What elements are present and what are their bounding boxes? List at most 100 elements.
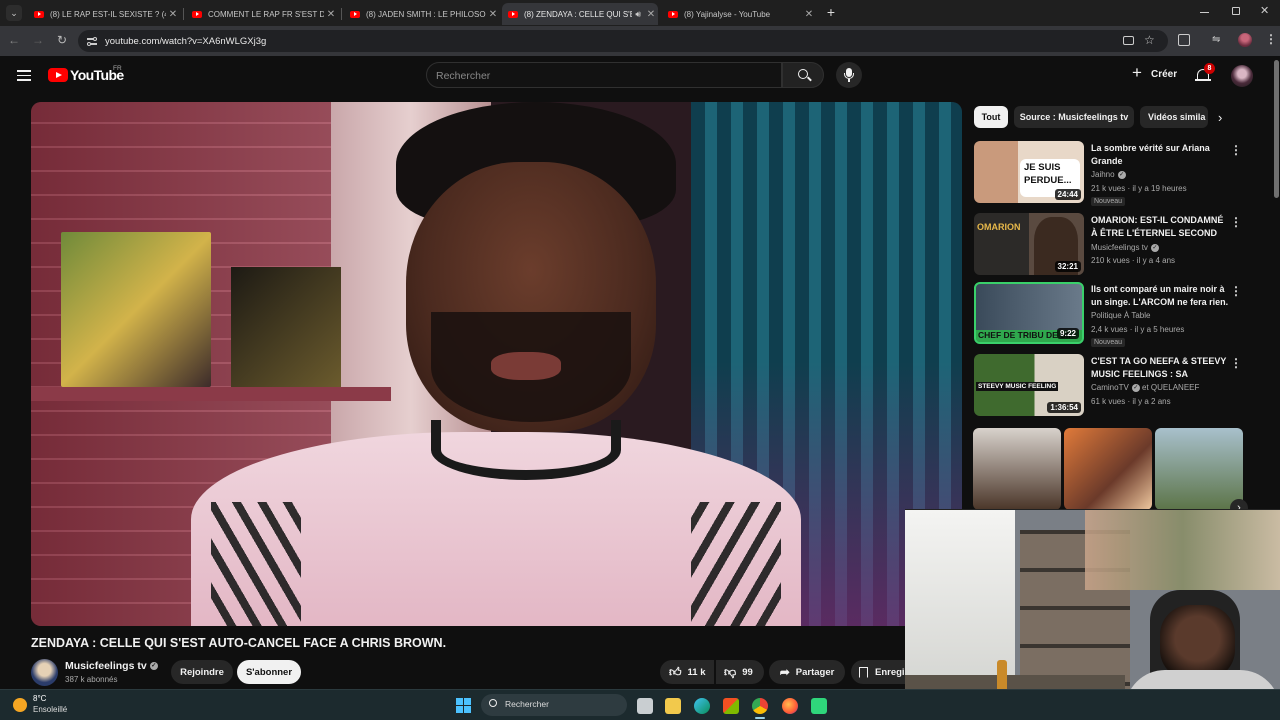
video-title: ZENDAYA : CELLE QUI S'EST AUTO-CANCEL FA…: [31, 636, 447, 650]
browser-tab[interactable]: (8) LE RAP EST-IL SEXISTE ? (4 F ✕: [28, 3, 180, 25]
back-arrow-icon[interactable]: ←: [6, 33, 22, 47]
forward-arrow-icon[interactable]: →: [30, 33, 46, 47]
firefox-browser-icon[interactable]: [782, 698, 798, 714]
shorts-thumbnail[interactable]: [1064, 428, 1152, 510]
extensions-icon[interactable]: [1178, 34, 1190, 46]
extension-puzzle-icon[interactable]: ⇋: [1212, 34, 1226, 46]
create-button[interactable]: + Créer: [1128, 63, 1180, 85]
webcam-person: [1160, 605, 1235, 680]
new-badge: Nouveau: [1091, 338, 1126, 347]
voice-search-button[interactable]: [836, 62, 862, 88]
tab-close-icon[interactable]: ✕: [802, 9, 816, 20]
recommendation-title[interactable]: OMARION: EST-IL CONDAMNÉ À ÊTRE L'ÉTERNE…: [1091, 214, 1231, 240]
chrome-browser-icon[interactable]: [752, 698, 768, 714]
recommendation-channel[interactable]: Politique À Table: [1091, 311, 1150, 320]
tab-title: (8) JADEN SMITH : LE PHILOSO: [366, 9, 486, 19]
windows-start-icon[interactable]: [456, 698, 471, 713]
browser-tab[interactable]: COMMENT LE RAP FR S'EST DÉ ✕: [186, 3, 338, 25]
recommendation-channel[interactable]: Musicfeelings tv ✓: [1091, 243, 1159, 252]
recommendation-item[interactable]: STEEVY MUSIC FEELING 1:36:54 C'EST TA GO…: [974, 354, 1264, 420]
page-scrollbar-thumb[interactable]: [1274, 60, 1279, 198]
bookmark-star-icon[interactable]: ☆: [1144, 33, 1155, 47]
account-avatar[interactable]: [1231, 65, 1253, 87]
recommendation-item[interactable]: CHEF DE TRIBU DE SII 9:22 Ils ont compar…: [974, 282, 1264, 348]
recommendation-item[interactable]: OMARION 32:21 OMARION: EST-IL CONDAMNÉ À…: [974, 213, 1264, 279]
tab-close-icon[interactable]: ✕: [324, 9, 338, 20]
like-button[interactable]: 👍︎ 11 k: [660, 660, 714, 684]
video-thumbnail[interactable]: CHEF DE TRIBU DE SII 9:22: [974, 282, 1084, 344]
edge-browser-icon[interactable]: [694, 698, 710, 714]
chip-similar[interactable]: Vidéos simila: [1140, 106, 1208, 128]
address-bar[interactable]: youtube.com/watch?v=XA6nWLGXj3g ☆: [78, 30, 1168, 52]
tab-divider: [341, 8, 342, 20]
browser-tab[interactable]: (8) JADEN SMITH : LE PHILOSO ✕: [344, 3, 500, 25]
profile-avatar-icon[interactable]: [1238, 33, 1252, 47]
windows-taskbar: 8°C Ensoleillé Rechercher: [0, 689, 1280, 720]
install-app-icon[interactable]: [1123, 36, 1134, 45]
app-icon[interactable]: [811, 698, 827, 714]
chip-source[interactable]: Source : Musicfeelings tv: [1014, 106, 1134, 128]
channel-avatar[interactable]: [31, 659, 58, 686]
thumbnail-caption: OMARION: [977, 222, 1021, 232]
more-actions-icon[interactable]: ⋮: [1230, 215, 1242, 229]
channel-name[interactable]: Musicfeelings tv ✓: [65, 660, 158, 672]
subscribe-button[interactable]: S'abonner: [237, 660, 301, 684]
search-input[interactable]: Rechercher: [426, 62, 782, 88]
recommendation-channel[interactable]: Jaihno ✓: [1091, 170, 1126, 179]
more-actions-icon[interactable]: ⋮: [1230, 356, 1242, 370]
taskbar-search-box[interactable]: Rechercher: [481, 694, 627, 716]
recommendation-title[interactable]: C'EST TA GO NEEFA & STEEVY MUSIC FEELING…: [1091, 355, 1231, 381]
weather-description: Ensoleillé: [33, 705, 68, 714]
chips-next-chevron-icon[interactable]: ›: [1218, 110, 1222, 125]
tab-close-icon[interactable]: ✕: [644, 9, 658, 20]
recommendation-meta: 21 k vues · il y a 19 heures: [1091, 184, 1187, 193]
video-thumbnail[interactable]: STEEVY MUSIC FEELING 1:36:54: [974, 354, 1084, 416]
browser-tab-active[interactable]: (8) ZENDAYA : CELLE QUI S'E 🔊︎ ✕: [502, 3, 658, 25]
browser-tab[interactable]: (8) Yajinalyse - YouTube ✕: [662, 3, 816, 25]
youtube-favicon-icon: [508, 10, 518, 18]
close-window-icon[interactable]: ✕: [1260, 4, 1269, 17]
tab-audio-icon[interactable]: 🔊︎: [632, 9, 644, 20]
join-button[interactable]: Rejoindre: [171, 660, 233, 684]
dislike-button[interactable]: 👎︎ 99: [716, 660, 764, 684]
channel-name-text: Musicfeelings tv: [65, 660, 147, 672]
video-player[interactable]: [31, 102, 962, 626]
tab-close-icon[interactable]: ✕: [486, 9, 500, 20]
hamburger-menu-icon[interactable]: [17, 70, 31, 81]
notifications-button[interactable]: 8: [1194, 63, 1215, 85]
weather-temperature[interactable]: 8°C: [33, 694, 46, 703]
taskbar-search-placeholder: Rechercher: [505, 699, 549, 709]
shorts-thumbnail[interactable]: [973, 428, 1061, 510]
recommendation-channel[interactable]: CaminoTV ✓ et QUELANEEF: [1091, 383, 1199, 392]
video-thumbnail[interactable]: OMARION 32:21: [974, 213, 1084, 275]
task-view-icon[interactable]: [637, 698, 653, 714]
recommendation-meta: 210 k vues · il y a 4 ans: [1091, 256, 1176, 265]
tab-close-icon[interactable]: ✕: [166, 9, 180, 20]
reload-icon[interactable]: ↻: [54, 33, 70, 47]
restore-window-icon[interactable]: [1232, 7, 1240, 15]
recommendation-item[interactable]: JE SUIS PERDUE... 24:44 La sombre vérité…: [974, 141, 1264, 207]
video-thumbnail[interactable]: JE SUIS PERDUE... 24:44: [974, 141, 1084, 203]
browser-menu-icon[interactable]: ⋮: [1265, 32, 1277, 46]
share-button[interactable]: ➦ Partager: [769, 660, 845, 684]
channel-name: CaminoTV: [1091, 383, 1129, 392]
tab-search-icon[interactable]: ⌄: [6, 5, 22, 21]
thumbnail-caption: STEEVY MUSIC FEELING: [976, 382, 1059, 391]
microsoft-store-icon[interactable]: [723, 698, 739, 714]
more-actions-icon[interactable]: ⋮: [1230, 143, 1242, 157]
channel-collaborator: et QUELANEEF: [1142, 383, 1200, 392]
minimize-window-icon[interactable]: [1200, 12, 1209, 13]
search-button[interactable]: [782, 62, 824, 88]
recommendation-title[interactable]: Ils ont comparé un maire noir à un singe…: [1091, 283, 1231, 309]
recommendation-title[interactable]: La sombre vérité sur Ariana Grande: [1091, 142, 1231, 168]
new-tab-button[interactable]: +: [823, 4, 839, 20]
shorts-thumbnail[interactable]: [1155, 428, 1243, 510]
thumbs-down-icon: 👎︎: [724, 664, 737, 679]
more-actions-icon[interactable]: ⋮: [1230, 284, 1242, 298]
weather-sun-icon[interactable]: [13, 698, 27, 712]
taskbar-search-icon: [489, 699, 497, 707]
verified-check-icon: ✓: [1117, 170, 1126, 179]
file-explorer-icon[interactable]: [665, 698, 681, 714]
chip-all[interactable]: Tout: [974, 106, 1008, 128]
site-info-icon[interactable]: [87, 36, 97, 46]
